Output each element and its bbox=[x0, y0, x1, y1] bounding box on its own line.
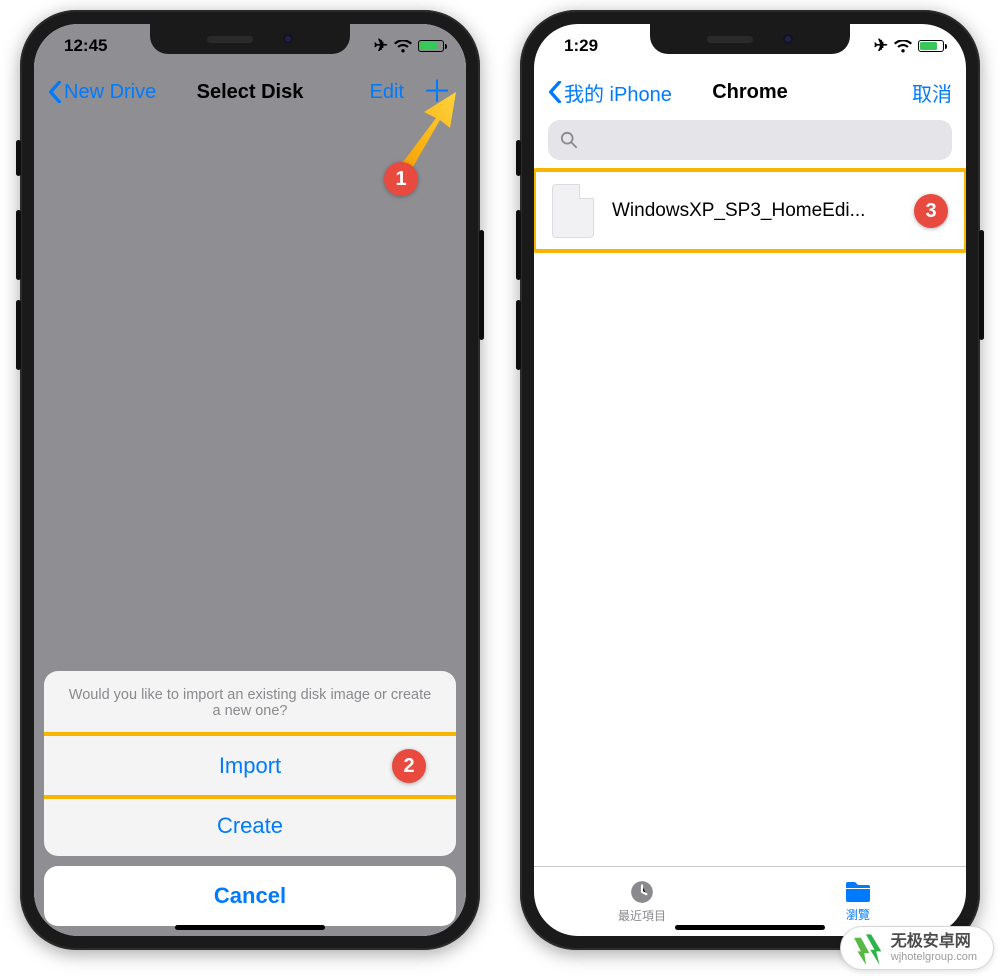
import-label: Import bbox=[219, 753, 281, 779]
watermark-logo-icon bbox=[849, 931, 883, 965]
watermark: 无极安卓网 wjhotelgroup.com bbox=[840, 926, 994, 970]
chevron-left-icon bbox=[548, 81, 562, 103]
create-label: Create bbox=[217, 813, 283, 839]
cancel-button[interactable]: Cancel bbox=[44, 866, 456, 926]
callout-step-3: 3 bbox=[914, 194, 948, 228]
tab-browse-label: 瀏覽 bbox=[846, 906, 870, 923]
navbar: 我的 iPhone Chrome 取消 bbox=[534, 68, 966, 116]
tab-recents-label: 最近項目 bbox=[618, 907, 666, 924]
battery-icon bbox=[418, 40, 444, 52]
wifi-icon bbox=[394, 40, 412, 53]
home-indicator[interactable] bbox=[675, 925, 825, 930]
watermark-url: wjhotelgroup.com bbox=[891, 951, 977, 963]
battery-icon bbox=[918, 40, 944, 52]
content-area: 1 Would you like to import an existing d… bbox=[34, 116, 466, 936]
wifi-icon bbox=[894, 40, 912, 53]
file-icon bbox=[552, 184, 594, 238]
cancel-button[interactable]: 取消 bbox=[912, 78, 952, 107]
phone-right: 1:29 ✈︎ 我的 iPhone Chrome 取消 bbox=[520, 10, 980, 950]
back-label: New Drive bbox=[64, 81, 156, 104]
create-button[interactable]: Create bbox=[44, 796, 456, 856]
back-button[interactable]: 我的 iPhone bbox=[548, 78, 672, 107]
airplane-icon: ✈︎ bbox=[374, 36, 388, 56]
clock-icon bbox=[629, 879, 655, 905]
file-name: WindowsXP_SP3_HomeEdi... bbox=[612, 200, 865, 222]
search-input[interactable] bbox=[548, 120, 952, 160]
back-label: 我的 iPhone bbox=[564, 78, 672, 107]
phone-left: 12:45 ✈︎ New Drive Select Disk Edit bbox=[20, 10, 480, 950]
notch bbox=[650, 24, 850, 54]
folder-icon bbox=[844, 880, 872, 904]
status-time: 1:29 bbox=[564, 36, 598, 56]
cancel-label: Cancel bbox=[214, 883, 286, 909]
status-time: 12:45 bbox=[64, 36, 107, 56]
screen-left: 12:45 ✈︎ New Drive Select Disk Edit bbox=[34, 24, 466, 936]
callout-step-1: 1 bbox=[384, 162, 418, 196]
back-button[interactable]: New Drive bbox=[48, 81, 156, 104]
search-icon bbox=[560, 131, 578, 149]
notch bbox=[150, 24, 350, 54]
airplane-icon: ✈︎ bbox=[874, 36, 888, 56]
home-indicator[interactable] bbox=[175, 925, 325, 930]
callout-step-2: 2 bbox=[392, 749, 426, 783]
import-button[interactable]: Import 2 bbox=[44, 736, 456, 796]
action-sheet: Would you like to import an existing dis… bbox=[44, 671, 456, 926]
action-sheet-message: Would you like to import an existing dis… bbox=[44, 671, 456, 736]
file-item[interactable]: WindowsXP_SP3_HomeEdi... 3 bbox=[534, 170, 966, 252]
screen-right: 1:29 ✈︎ 我的 iPhone Chrome 取消 bbox=[534, 24, 966, 936]
chevron-left-icon bbox=[48, 81, 62, 103]
watermark-brand: 无极安卓网 bbox=[891, 933, 977, 951]
search-field[interactable] bbox=[586, 130, 940, 150]
